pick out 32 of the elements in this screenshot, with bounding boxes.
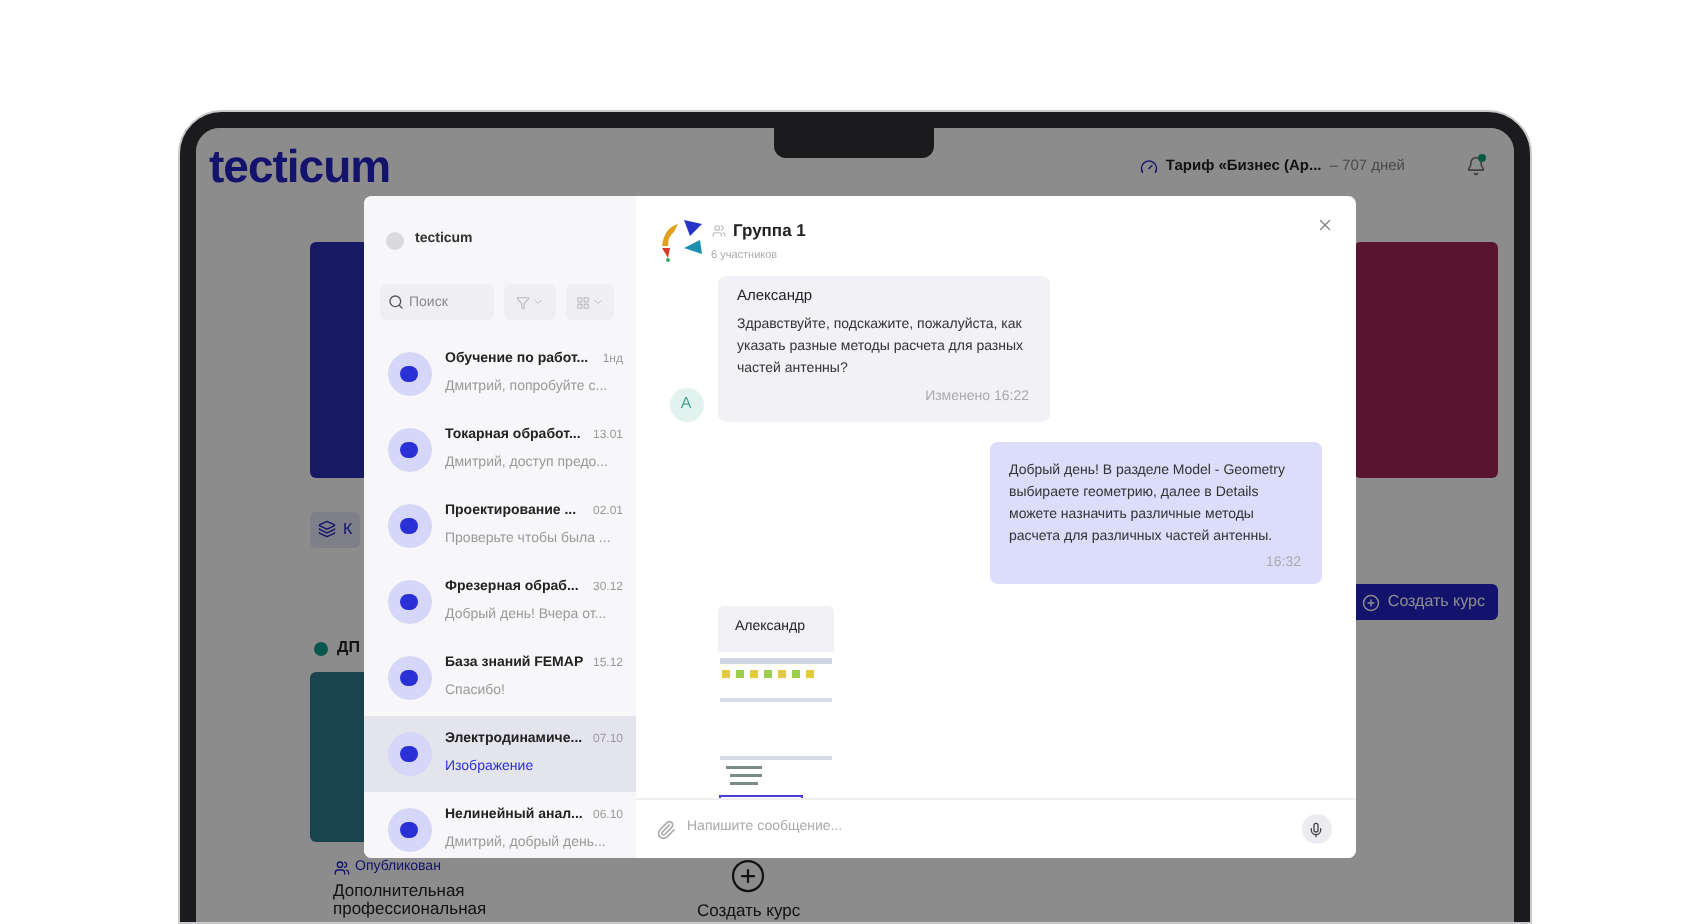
group-icon [711,223,725,238]
user-avatar: А [669,387,703,422]
chat-avatar-icon [387,580,431,624]
create-course-tile[interactable]: Создать курс [697,858,801,922]
gauge-icon [1139,157,1158,175]
chat-avatar-icon [387,428,431,472]
chevron-down-icon [591,296,603,308]
chat-avatar-icon [387,352,431,396]
chat-avatar-icon [387,504,431,548]
chat-avatar-icon [387,656,431,700]
plus-icon [1361,593,1380,611]
layers-icon [317,520,335,538]
course-title: Дополнительная профессиональная [331,881,489,917]
account-avatar [385,231,403,249]
chat-avatar-icon [387,808,431,852]
logo[interactable]: tecticum [209,131,391,201]
notification-icon[interactable] [1465,156,1485,176]
section-title: ДП [337,636,360,660]
chat-avatar-icon [387,732,431,776]
filter-icon [515,295,529,309]
users-icon [333,860,349,877]
mic-button[interactable] [1301,814,1331,844]
chat-name: Группа 1 [733,218,806,244]
tab-button[interactable]: К [309,511,361,547]
chevron-down-icon [531,296,543,308]
attach-icon[interactable] [655,819,675,839]
plus-icon [730,858,767,894]
group-avatar-drawing [659,218,705,262]
close-button[interactable] [1315,216,1333,234]
grid-icon [575,295,589,309]
search-icon [387,294,403,310]
microphone-icon [1308,821,1324,837]
